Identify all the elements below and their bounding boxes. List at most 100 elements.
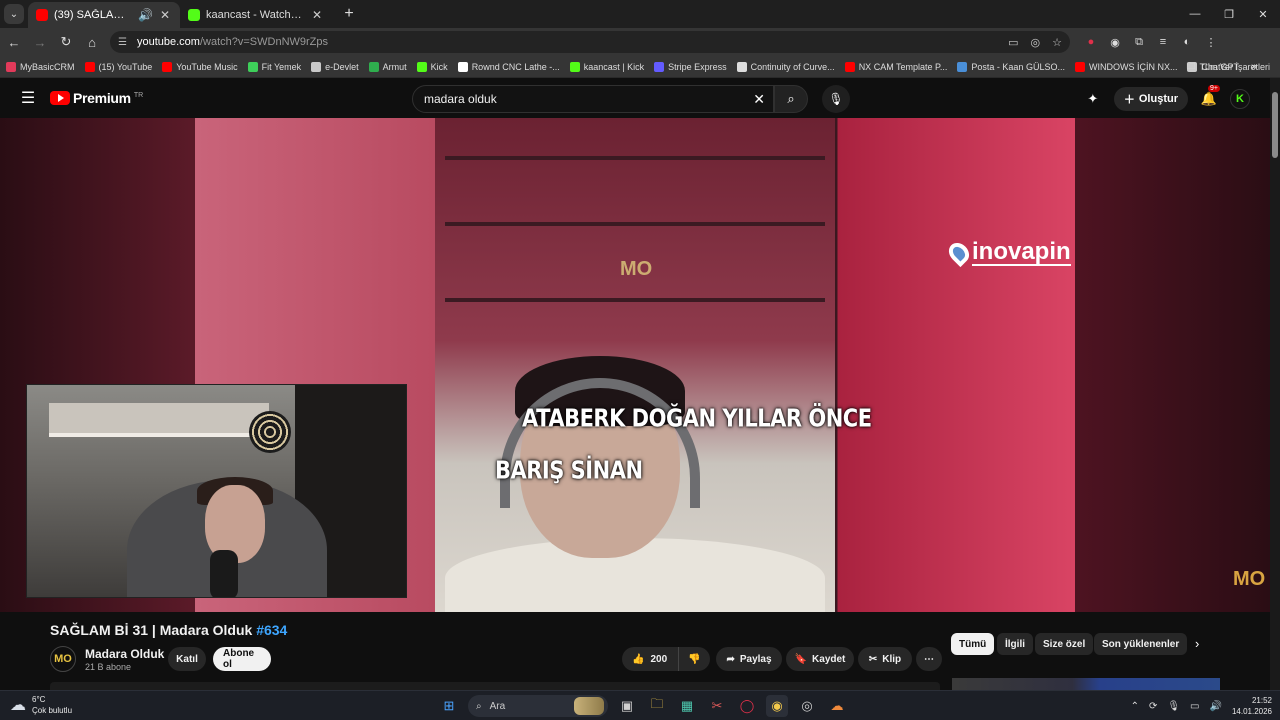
show-hidden-icons-chevron-icon[interactable]: ⌃ <box>1131 701 1139 712</box>
chip-recent[interactable]: Son yüklenenler <box>1094 633 1188 655</box>
opera-extension-icon[interactable]: ● <box>1082 33 1100 51</box>
tab-kick[interactable]: kaancast - Watch clips on Kick ✕ <box>180 2 332 28</box>
notifications-button[interactable]: 🔔 9+ <box>1198 85 1220 107</box>
sponsor-logo: inovapin <box>944 238 1071 268</box>
bookmark-item[interactable]: Posta - Kaan GÜLSO... <box>957 61 1065 72</box>
minimize-icon[interactable]: — <box>1178 0 1212 28</box>
bookmark-item[interactable]: MyBasicCRM <box>6 61 75 72</box>
plus-icon: ＋ <box>1123 94 1135 106</box>
taskbar-search[interactable]: ⌕ Ara <box>468 695 608 717</box>
chip-for-you[interactable]: Size özel <box>1035 633 1094 655</box>
windows-start-icon[interactable]: ⊞ <box>438 695 460 717</box>
chip-all[interactable]: Tümü <box>951 633 995 655</box>
bookmark-item[interactable]: NX CAM Template P... <box>844 61 947 72</box>
profile-icon[interactable]: ◐ <box>1178 33 1196 51</box>
bookmark-item[interactable]: YouTube Music <box>162 61 238 72</box>
new-tab-button[interactable]: + <box>340 5 358 23</box>
search-input[interactable]: madara olduk ✕ <box>412 85 774 113</box>
page-scrollbar[interactable] <box>1270 78 1280 690</box>
scrollbar-thumb[interactable] <box>1272 92 1278 158</box>
share-button[interactable]: ➦ Paylaş <box>716 647 782 671</box>
cast-icon[interactable]: ▭ <box>1008 36 1018 49</box>
bookmark-item[interactable]: Armut <box>368 61 407 72</box>
more-dots-icon: ⋯ <box>924 653 934 665</box>
task-view-icon[interactable]: ▣ <box>616 695 638 717</box>
clock[interactable]: 21:52 14.01.2026 <box>1232 695 1272 717</box>
bookmark-item[interactable]: WINDOWS İÇİN NX... <box>1074 61 1177 72</box>
tab-youtube[interactable]: (39) SAĞLAM Bİ 31 | Madara Olduk 🔊 ✕ <box>28 2 180 28</box>
create-button[interactable]: ＋ Oluştur <box>1113 87 1188 111</box>
address-bar[interactable]: ☰ youtube.com/watch?v=SWDnNW9rZps ▭ ◎ ☆ <box>110 31 1070 53</box>
youtube-premium-logo[interactable]: Premium TR <box>50 90 143 106</box>
tab-search-button[interactable]: ⌄ <box>4 4 24 24</box>
steam-icon[interactable]: ◎ <box>796 695 818 717</box>
related-video-thumbnails[interactable] <box>952 678 1220 690</box>
site-info-icon[interactable]: ☰ <box>118 37 127 48</box>
bookmark-item[interactable]: Fit Yemek <box>247 61 301 72</box>
facecam-overlay <box>26 384 407 598</box>
bookmark-item[interactable]: Rownd CNC Lathe -... <box>457 61 560 72</box>
chevron-right-icon[interactable]: › <box>1195 636 1199 651</box>
bookmark-favicon-icon <box>457 61 468 72</box>
maximize-icon[interactable]: ❐ <box>1212 0 1246 28</box>
masthead-actions: ✦ ＋ Oluştur 🔔 9+ K <box>1082 85 1250 113</box>
all-bookmarks[interactable]: 🗀 Tüm Yer İşaretleri <box>1186 56 1270 77</box>
clip-button[interactable]: ✂ Klip <box>858 647 912 671</box>
back-icon[interactable]: ← <box>2 30 26 54</box>
search-highlight-art <box>574 697 604 715</box>
chip-related[interactable]: İlgili <box>997 633 1033 655</box>
clear-search-icon[interactable]: ✕ <box>753 91 765 108</box>
menu-dots-icon[interactable]: ⋮ <box>1202 33 1220 51</box>
volume-icon[interactable]: 🔊 <box>1210 701 1222 712</box>
channel-avatar[interactable]: MO <box>50 646 76 672</box>
join-button[interactable]: Katıl <box>168 647 206 671</box>
bookmark-item[interactable]: (15) YouTube <box>84 61 152 72</box>
save-button[interactable]: 🔖 Kaydet <box>786 647 854 671</box>
bookmark-item[interactable]: Continuity of Curve... <box>736 61 835 72</box>
subscribe-button[interactable]: Abone ol <box>213 647 271 671</box>
snipping-tool-icon[interactable]: ✂ <box>706 695 728 717</box>
bookmark-item[interactable]: e-Devlet <box>311 61 359 72</box>
more-actions-button[interactable]: ⋯ <box>916 647 942 671</box>
close-window-icon[interactable]: ✕ <box>1246 0 1280 28</box>
forward-icon[interactable]: → <box>28 30 52 54</box>
bookmark-item[interactable]: Stripe Express <box>654 61 727 72</box>
channel-name[interactable]: Madara Olduk <box>85 647 164 661</box>
search-button[interactable]: ⌕ <box>774 85 808 113</box>
vpn-extension-icon[interactable]: ◉ <box>1106 33 1124 51</box>
extensions-puzzle-icon[interactable]: ⧉ <box>1130 33 1148 51</box>
premium-spark-icon[interactable]: ✦ <box>1082 91 1104 107</box>
tab-close-icon[interactable]: ✕ <box>158 8 172 22</box>
weather-widget[interactable]: ☁ 6°C Çok bulutlu <box>10 694 72 716</box>
sync-icon[interactable]: ⟳ <box>1149 701 1157 712</box>
video-player[interactable]: MO ATABERK DOĞAN YILLAR ÖNCE BARIŞ SİNAN… <box>0 118 1270 612</box>
microphone-icon[interactable]: 🎙 <box>1167 701 1180 712</box>
dislike-button[interactable]: 👎 <box>678 647 710 671</box>
tab-close-icon[interactable]: ✕ <box>310 8 324 22</box>
voice-search-button[interactable]: 🎙 <box>822 85 850 113</box>
speaker-icon[interactable]: 🔊 <box>138 8 153 22</box>
reload-icon[interactable]: ↻ <box>54 30 78 54</box>
home-icon[interactable]: ⌂ <box>80 30 104 54</box>
create-label: Oluştur <box>1138 93 1178 105</box>
opera-icon[interactable]: ◯ <box>736 695 758 717</box>
hashtag-link[interactable]: #634 <box>256 622 287 638</box>
folder-icon: 🗀 <box>1186 61 1196 71</box>
bookmark-star-icon[interactable]: ☆ <box>1052 36 1062 49</box>
bookmark-favicon-icon <box>957 61 968 72</box>
bookmark-favicon-icon <box>368 61 379 72</box>
cloud-app-icon[interactable]: ☁ <box>826 695 848 717</box>
facecam-microphone <box>210 550 238 597</box>
calculator-icon[interactable]: ▦ <box>676 695 698 717</box>
display-icon[interactable]: ▭ <box>1190 701 1199 712</box>
chrome-icon[interactable]: ◉ <box>766 695 788 717</box>
bookmark-item[interactable]: Kick <box>416 61 448 72</box>
file-explorer-icon[interactable]: 🗀 <box>646 695 668 717</box>
hide-eye-icon[interactable]: ◎ <box>1031 36 1041 49</box>
account-avatar[interactable]: K <box>1230 89 1250 109</box>
background-shelf <box>445 156 825 160</box>
like-button[interactable]: 👍 200 <box>622 647 678 671</box>
bookmark-item[interactable]: kaancast | Kick <box>569 61 644 72</box>
guide-menu-icon[interactable]: ☰ <box>16 88 40 108</box>
reading-list-icon[interactable]: ≡ <box>1154 33 1172 51</box>
